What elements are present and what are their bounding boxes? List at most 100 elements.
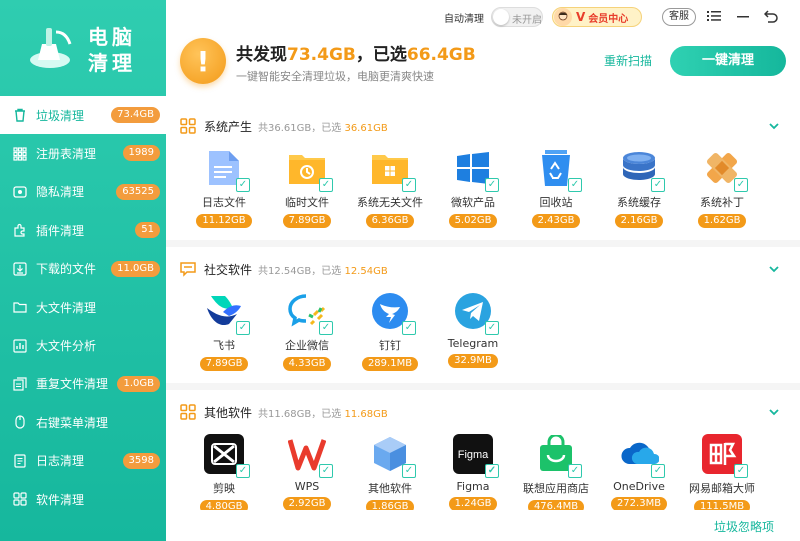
sidebar-item-context-menu[interactable]: 右键菜单清理 (0, 403, 166, 441)
app-size-badge: 4.80GB (199, 500, 249, 510)
recycle-bin-icon: ✓ (536, 148, 582, 192)
vip-label: 会员中心 (588, 13, 629, 25)
app-item-telegram[interactable]: ✓ Telegram 32.9MB (433, 291, 513, 368)
app-size-badge: 1.62GB (697, 214, 747, 228)
app-item-wps[interactable]: ✓ WPS 2.92GB (267, 434, 347, 510)
checkbox-checked-icon[interactable]: ✓ (651, 464, 665, 478)
app-item-system-cache[interactable]: ✓ 系统缓存 2.16GB (599, 148, 679, 228)
menu-icon[interactable] (706, 8, 722, 24)
grid-icon (180, 404, 196, 420)
sidebar-item-plugin[interactable]: 插件清理 51 (0, 211, 166, 249)
app-name: 微软产品 (451, 196, 495, 209)
checkbox-checked-icon[interactable]: ✓ (402, 178, 416, 192)
back-icon[interactable] (763, 8, 779, 24)
sidebar-item-logs[interactable]: 日志清理 3598 (0, 442, 166, 480)
app-name: Telegram (447, 337, 499, 350)
checkbox-checked-icon[interactable]: ✓ (734, 464, 748, 478)
checkbox-checked-icon[interactable]: ✓ (402, 321, 416, 335)
app-item-capcut[interactable]: ✓ 剪映 4.80GB (184, 434, 264, 510)
sidebar-item-registry[interactable]: 注册表清理 1989 (0, 134, 166, 172)
checkbox-checked-icon[interactable]: ✓ (319, 321, 333, 335)
sidebar-item-junk-clean[interactable]: 垃圾清理 73.4GB (0, 96, 166, 135)
app-item-onedrive[interactable]: ✓ OneDrive 272.3MB (599, 434, 679, 510)
one-click-clean-button[interactable]: 一键清理 (670, 46, 786, 76)
app-size-badge: 5.02GB (448, 214, 498, 228)
top-bar: 自动清理 未开启 V 会员中心 客服 (166, 0, 800, 34)
app-size-badge: 32.9MB (448, 354, 498, 368)
app-name: 系统无关文件 (357, 196, 423, 209)
warning-icon: ! (180, 38, 226, 84)
dingtalk-icon: ✓ (370, 291, 416, 335)
checkbox-checked-icon[interactable]: ✓ (402, 464, 416, 478)
rescan-link[interactable]: 重新扫描 (604, 52, 652, 69)
auto-clean-toggle[interactable]: 未开启 (491, 7, 543, 27)
checkbox-checked-icon[interactable]: ✓ (236, 321, 250, 335)
app-item-temp-files[interactable]: ✓ 临时文件 7.89GB (267, 148, 347, 228)
app-item-system-patch[interactable]: ✓ 系统补丁 1.62GB (682, 148, 762, 228)
app-item-log-files[interactable]: ✓ 日志文件 11.12GB (184, 148, 264, 228)
sidebar-item-badge: 73.4GB (111, 107, 160, 123)
checkbox-checked-icon[interactable]: ✓ (485, 321, 499, 335)
auto-clean-label: 自动清理 (444, 14, 484, 25)
app-item-dingtalk[interactable]: ✓ 钉钉 289.1MB (350, 291, 430, 371)
checkbox-checked-icon[interactable]: ✓ (651, 178, 665, 192)
checkbox-checked-icon[interactable]: ✓ (319, 464, 333, 478)
sidebar-item-badge: 51 (135, 222, 160, 239)
app-size-badge: 476.4MB (527, 500, 585, 510)
section-other: 其他软件 共11.68GB，已选 11.68GB ✓ 剪映 4.80GB ✓ W… (166, 390, 800, 510)
chat-icon (180, 261, 196, 277)
summary-prefix: 共发现 (236, 45, 287, 65)
section-system: 系统产生 共36.61GB，已选 36.61GB ✓ 日志文件 11.12GB … (166, 104, 800, 240)
download-icon (12, 261, 28, 277)
checkbox-checked-icon[interactable]: ✓ (485, 464, 499, 478)
trash-icon (12, 107, 28, 123)
checkbox-checked-icon[interactable]: ✓ (236, 178, 250, 192)
app-item-netease-mail[interactable]: ✓ 网易邮箱大师 111.5MB (682, 434, 762, 510)
summary-middle: ，已选 (355, 45, 407, 65)
checkbox-checked-icon[interactable]: ✓ (568, 464, 582, 478)
cache-icon: ✓ (619, 148, 665, 192)
onedrive-icon: ✓ (619, 434, 665, 478)
checkbox-checked-icon[interactable]: ✓ (236, 464, 250, 478)
app-size-badge: 272.3MB (610, 497, 668, 510)
sidebar-item-large-files[interactable]: 大文件清理 (0, 288, 166, 326)
app-size-badge: 2.16GB (614, 214, 664, 228)
chevron-down-icon[interactable] (768, 263, 780, 275)
support-button[interactable]: 客服 (662, 8, 696, 26)
vip-center-button[interactable]: V 会员中心 (552, 7, 642, 27)
app-name: 网易邮箱大师 (689, 482, 755, 495)
checkbox-checked-icon[interactable]: ✓ (319, 178, 333, 192)
sidebar-item-badge: 11.0GB (111, 260, 160, 277)
app-item-wecom[interactable]: ✓ 企业微信 4.33GB (267, 291, 347, 371)
mouse-icon (12, 414, 28, 430)
ignore-list-link[interactable]: 垃圾忽略项 (714, 518, 774, 535)
section-stats-prefix: 共36.61GB，已选 (258, 122, 342, 134)
checkbox-checked-icon[interactable]: ✓ (734, 178, 748, 192)
sidebar-item-duplicate[interactable]: 重复文件清理 1.0GB (0, 365, 166, 403)
section-stats-selected: 12.54GB (344, 265, 388, 277)
app-name: Figma (456, 480, 490, 493)
app-size-badge: 1.86GB (365, 500, 415, 510)
app-size-badge: 1.24GB (448, 497, 498, 510)
section-title: 系统产生 (204, 119, 253, 134)
app-item-system-files[interactable]: ✓ 系统无关文件 6.36GB (350, 148, 430, 228)
app-item-recycle-bin[interactable]: ✓ 回收站 2.43GB (516, 148, 596, 228)
chevron-down-icon[interactable] (768, 406, 780, 418)
app-item-figma[interactable]: Figma ✓ Figma 1.24GB (433, 434, 513, 510)
app-item-feishu[interactable]: ✓ 飞书 7.89GB (184, 291, 264, 371)
app-item-lenovo-store[interactable]: ✓ 联想应用商店 476.4MB (516, 434, 596, 510)
app-item-other-software[interactable]: ✓ 其他软件 1.86GB (350, 434, 430, 510)
sidebar-item-software[interactable]: 软件清理 (0, 480, 166, 518)
sidebar-item-privacy[interactable]: 隐私清理 63525 (0, 173, 166, 211)
section-header: 系统产生 共36.61GB，已选 36.61GB (180, 118, 388, 134)
app-item-microsoft[interactable]: ✓ 微软产品 5.02GB (433, 148, 513, 228)
app-name: 联想应用商店 (523, 482, 589, 495)
checkbox-checked-icon[interactable]: ✓ (485, 178, 499, 192)
minimize-icon[interactable] (735, 8, 751, 24)
checkbox-checked-icon[interactable]: ✓ (568, 178, 582, 192)
telegram-icon: ✓ (453, 291, 499, 335)
registry-icon (12, 146, 28, 162)
sidebar-item-downloads[interactable]: 下载的文件 11.0GB (0, 250, 166, 288)
chevron-down-icon[interactable] (768, 120, 780, 132)
sidebar-item-file-analysis[interactable]: 大文件分析 (0, 326, 166, 364)
